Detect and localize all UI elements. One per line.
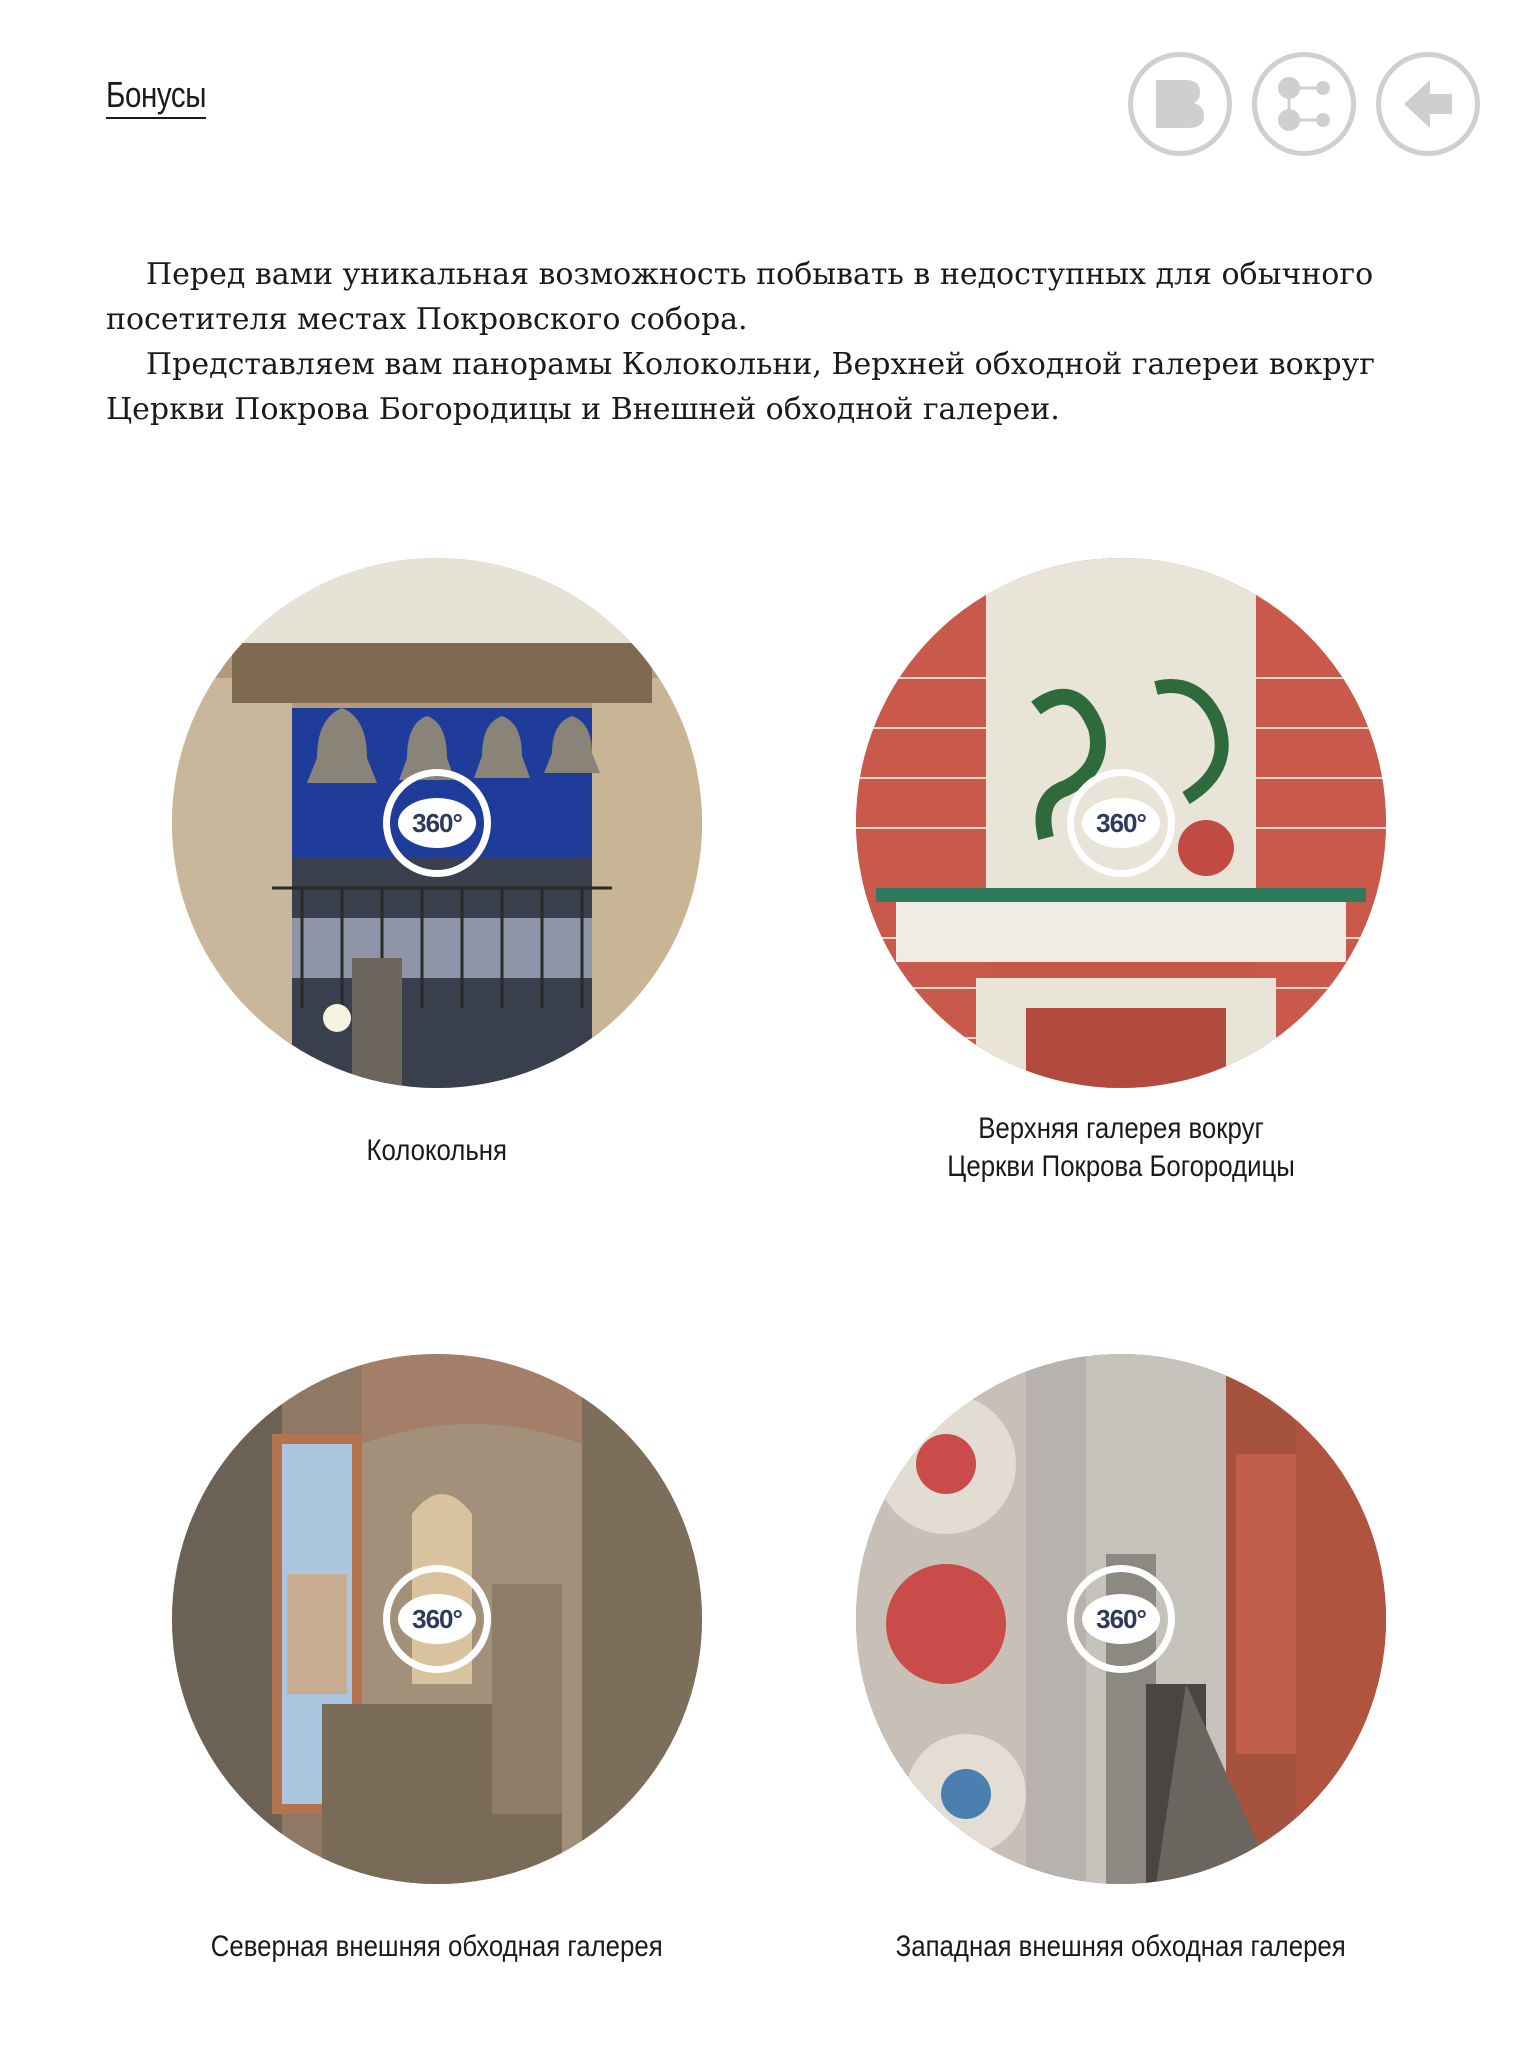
360-label: 360°	[412, 807, 463, 838]
contents-button[interactable]	[1128, 52, 1232, 156]
panorama-thumbnail[interactable]: 360°	[856, 1354, 1386, 1884]
top-navigation	[1128, 52, 1480, 156]
panorama-upper-gallery[interactable]: 360° Верхняя галерея вокруг Церкви Покро…	[856, 558, 1386, 1186]
back-arrow-icon	[1404, 80, 1452, 128]
360-badge-icon: 360°	[1067, 769, 1175, 877]
360-badge-icon: 360°	[1067, 1565, 1175, 1673]
intro-text: Перед вами уникальная возможность побыва…	[106, 252, 1436, 432]
page-title: Бонусы	[106, 74, 206, 119]
360-label: 360°	[412, 1603, 463, 1634]
panorama-label: Северная внешняя обходная галерея	[211, 1930, 663, 1963]
panorama-label-line-1: Верхняя галерея вокруг	[978, 1112, 1264, 1145]
panorama-label: Колокольня	[366, 1134, 508, 1167]
intro-paragraph-2: Представляем вам панорамы Колокольни, Ве…	[106, 347, 1376, 427]
share-button[interactable]	[1252, 52, 1356, 156]
share-icon	[1278, 77, 1330, 131]
back-button[interactable]	[1376, 52, 1480, 156]
panorama-label-line-2: Церкви Покрова Богородицы	[947, 1150, 1295, 1183]
360-label: 360°	[1096, 1603, 1147, 1634]
intro-paragraph-1: Перед вами уникальная возможность побыва…	[106, 257, 1374, 337]
panorama-label: Западная внешняя обходная галерея	[895, 1930, 1347, 1963]
book-icon	[1156, 80, 1204, 128]
panorama-thumbnail[interactable]: 360°	[172, 1354, 702, 1884]
panorama-thumbnail[interactable]: 360°	[172, 558, 702, 1088]
360-label: 360°	[1096, 807, 1147, 838]
panorama-label: Верхняя галерея вокруг Церкви Покрова Бо…	[947, 1110, 1295, 1186]
panorama-north-gallery[interactable]: 360° Северная внешняя обходная галерея	[172, 1354, 702, 1966]
panorama-bell-tower[interactable]: 360° Колокольня	[172, 558, 702, 1170]
panorama-thumbnail[interactable]: 360°	[856, 558, 1386, 1088]
panorama-west-gallery[interactable]: 360° Западная внешняя обходная галерея	[856, 1354, 1386, 1966]
360-badge-icon: 360°	[383, 1565, 491, 1673]
360-badge-icon: 360°	[383, 769, 491, 877]
